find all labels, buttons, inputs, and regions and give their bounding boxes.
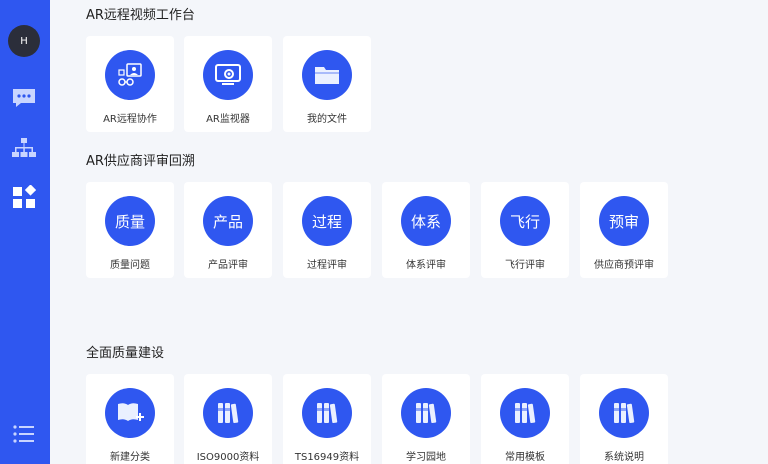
badge-system: 体系 bbox=[401, 196, 451, 246]
card-common-templates[interactable]: 常用模板 bbox=[481, 374, 569, 464]
card-ts16949[interactable]: TS16949资料 bbox=[283, 374, 371, 464]
card-label: 质量问题 bbox=[110, 260, 150, 271]
book-add-icon bbox=[105, 388, 155, 438]
binders-icon bbox=[500, 388, 550, 438]
apps-grid-icon[interactable] bbox=[10, 183, 38, 211]
binders-icon bbox=[302, 388, 352, 438]
binders-icon bbox=[599, 388, 649, 438]
ar-collab-icon bbox=[105, 50, 155, 100]
badge-process: 过程 bbox=[302, 196, 352, 246]
card-label: AR远程协作 bbox=[103, 114, 157, 125]
card-label: TS16949资料 bbox=[294, 452, 360, 463]
card-process-review[interactable]: 过程 过程评审 bbox=[283, 182, 371, 278]
card-flight-review[interactable]: 飞行 飞行评审 bbox=[481, 182, 569, 278]
card-label: 飞行评审 bbox=[505, 260, 545, 271]
card-ar-collab[interactable]: AR远程协作 bbox=[86, 36, 174, 132]
section-title-ar-video: AR远程视频工作台 bbox=[86, 8, 195, 23]
card-product-review[interactable]: 产品 产品评审 bbox=[184, 182, 272, 278]
card-label: ISO9000资料 bbox=[196, 452, 260, 463]
org-chart-icon[interactable] bbox=[10, 134, 38, 162]
section-title-quality-building: 全面质量建设 bbox=[86, 346, 165, 361]
chat-icon[interactable] bbox=[10, 84, 38, 112]
sidebar: H bbox=[0, 0, 50, 464]
folder-icon bbox=[302, 50, 352, 100]
card-label: 系统说明 bbox=[604, 452, 644, 463]
badge-quality: 质量 bbox=[105, 196, 155, 246]
card-label: 学习园地 bbox=[406, 452, 446, 463]
badge-product: 产品 bbox=[203, 196, 253, 246]
avatar[interactable]: H bbox=[8, 25, 40, 57]
card-supplier-pre-review[interactable]: 预审 供应商预评审 bbox=[580, 182, 668, 278]
card-label: 新建分类 bbox=[110, 452, 150, 463]
main-content: AR远程视频工作台 AR远程协作 AR监视器 我的文件 AR供应商评审回溯 质量… bbox=[50, 0, 768, 464]
monitor-camera-icon bbox=[203, 50, 253, 100]
card-label: 过程评审 bbox=[307, 260, 347, 271]
card-label: 我的文件 bbox=[307, 114, 347, 125]
card-iso9000[interactable]: ISO9000资料 bbox=[184, 374, 272, 464]
badge-pre-review: 预审 bbox=[599, 196, 649, 246]
card-system-guide[interactable]: 系统说明 bbox=[580, 374, 668, 464]
card-learning-garden[interactable]: 学习园地 bbox=[382, 374, 470, 464]
card-label: 供应商预评审 bbox=[594, 260, 654, 271]
section-title-supplier-review: AR供应商评审回溯 bbox=[86, 154, 195, 169]
card-quality-issue[interactable]: 质量 质量问题 bbox=[86, 182, 174, 278]
card-my-files[interactable]: 我的文件 bbox=[283, 36, 371, 132]
card-system-review[interactable]: 体系 体系评审 bbox=[382, 182, 470, 278]
menu-list-icon[interactable] bbox=[10, 420, 38, 448]
badge-flight: 飞行 bbox=[500, 196, 550, 246]
binders-icon bbox=[203, 388, 253, 438]
card-label: 产品评审 bbox=[208, 260, 248, 271]
card-new-category[interactable]: 新建分类 bbox=[86, 374, 174, 464]
binders-icon bbox=[401, 388, 451, 438]
card-label: 常用模板 bbox=[505, 452, 545, 463]
card-label: 体系评审 bbox=[406, 260, 446, 271]
card-ar-monitor[interactable]: AR监视器 bbox=[184, 36, 272, 132]
card-label: AR监视器 bbox=[206, 114, 250, 125]
